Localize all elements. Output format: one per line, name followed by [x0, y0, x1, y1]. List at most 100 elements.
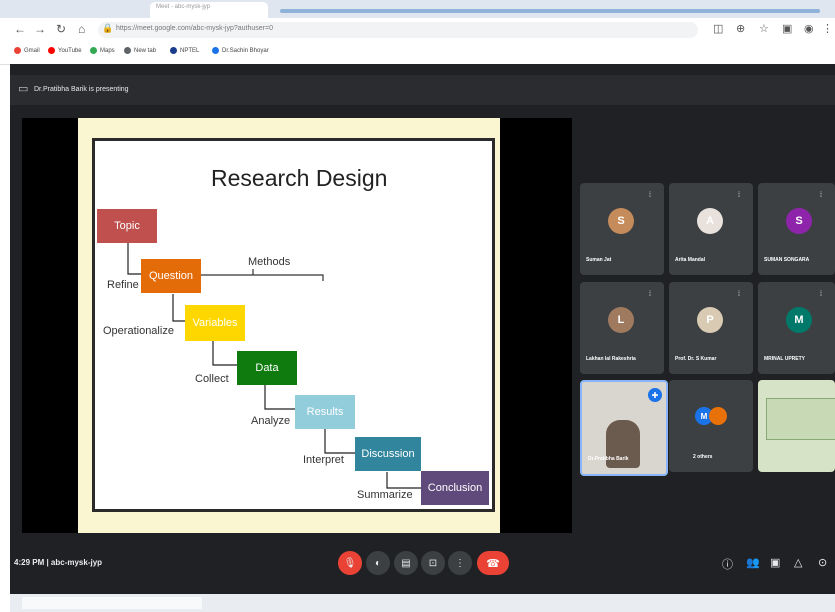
meeting-time-code: 4:29 PM | abc-mysk-jyp	[14, 558, 103, 567]
captions-button[interactable]: ▤	[394, 551, 418, 575]
flow-box-results: Results	[295, 395, 355, 429]
others-tile[interactable]: M 2 others	[669, 380, 753, 472]
chat-icon[interactable]: ▣	[770, 556, 780, 569]
mic-off-icon: 🎙	[343, 557, 357, 569]
mic-off-icon: ⁞	[649, 291, 651, 298]
activities-icon[interactable]: △	[794, 556, 802, 569]
mic-off-icon: ⁞	[738, 192, 740, 199]
avatar: S	[786, 208, 812, 234]
more-options-button[interactable]: ⋮	[448, 551, 472, 575]
flow-box-discussion: Discussion	[355, 437, 421, 471]
camera-toggle-button[interactable]: ◐	[366, 551, 390, 575]
step-label-analyze: Analyze	[251, 415, 291, 427]
maps-icon	[90, 47, 97, 54]
avatar: S	[608, 208, 634, 234]
profile-icon[interactable]: ◉	[804, 22, 814, 35]
mic-off-icon: ⁞	[649, 192, 651, 199]
bookmark-youtube[interactable]: YouTube	[48, 47, 82, 54]
presentation-slide: Research Design Methods Topic Question V…	[92, 138, 495, 512]
participant-name: MRINAL UPRETY	[764, 356, 806, 362]
globe-icon	[212, 47, 219, 54]
mic-off-icon: ⁞	[820, 192, 822, 199]
bookmark-label: Maps	[100, 47, 115, 54]
bookmark-gmail[interactable]: Gmail	[14, 47, 40, 54]
tab-title: Meet - abc-mysk-jyp	[156, 4, 211, 10]
step-label-collect: Collect	[195, 373, 229, 385]
mic-off-icon: ⁞	[820, 291, 822, 298]
step-label-operationalize: Operationalize	[103, 325, 174, 337]
methods-brace	[182, 269, 324, 281]
bookmark-new-tab[interactable]: New tab	[124, 47, 156, 54]
present-button[interactable]: ⊡	[421, 551, 445, 575]
page-icon	[124, 47, 131, 54]
bookmark-dr-sachin[interactable]: Dr.Sachin Bhoyar	[212, 47, 269, 54]
participant-name: Lakhan lal Rakeshria	[586, 356, 636, 362]
self-video-tile[interactable]: ✚ Dr.Pratibha Barik	[580, 380, 668, 476]
tab-strip-accent	[280, 9, 820, 13]
info-icon[interactable]: ⓘ	[722, 556, 733, 572]
reload-icon[interactable]: ↻	[56, 22, 66, 36]
participant-name: 2 others	[693, 454, 713, 460]
lock-icon[interactable]: 🔒	[102, 23, 113, 34]
participant-tile[interactable]: ⁞ A Arita Mandal	[669, 183, 753, 275]
participant-name: Arita Mandal	[675, 257, 706, 263]
step-label-interpret: Interpret	[303, 454, 344, 466]
bookmark-maps[interactable]: Maps	[90, 47, 115, 54]
flow-box-data: Data	[237, 351, 297, 385]
forward-arrow-icon[interactable]: →	[34, 22, 46, 36]
address-text: https://meet.google.com/abc-mysk-jyp?aut…	[116, 25, 273, 32]
participant-tile[interactable]: ⁞ L Lakhan lal Rakeshria	[580, 282, 664, 374]
bookmark-label: YouTube	[58, 47, 82, 54]
participant-tile[interactable]: ⁞ M MRINAL UPRETY	[758, 282, 835, 374]
participant-name: Suman Jat	[586, 257, 612, 263]
avatar-secondary	[709, 407, 727, 425]
flow-box-conclusion: Conclusion	[421, 471, 489, 505]
participant-tile[interactable]: ⁞ P Prof. Dr. S Kumar	[669, 282, 753, 374]
avatar: P	[697, 307, 723, 333]
avatar: L	[608, 307, 634, 333]
youtube-icon	[48, 47, 55, 54]
flow-box-variables: Variables	[185, 305, 245, 341]
bookmark-nptel[interactable]: NPTEL	[170, 47, 199, 54]
participant-tile[interactable]: ⁞ S SUMAN SONGARA	[758, 183, 835, 275]
presenting-text: Dr.Pratibha Barik is presenting	[34, 86, 129, 93]
end-call-button[interactable]: ☎	[477, 551, 509, 575]
bookmark-label: New tab	[134, 47, 157, 54]
menu-icon[interactable]: ⋮	[822, 22, 833, 35]
pin-icon[interactable]: ✚	[648, 388, 662, 402]
bookmark-label: NPTEL	[180, 47, 200, 54]
captions-icon: ▤	[401, 557, 411, 569]
presenting-bar	[10, 75, 835, 105]
zoom-icon[interactable]: ⊕	[736, 22, 745, 35]
host-controls-icon[interactable]: ⊙	[818, 556, 827, 569]
camera-icon: ◐	[374, 557, 382, 569]
back-arrow-icon[interactable]: ←	[14, 22, 26, 36]
bookmark-label: Gmail	[24, 47, 40, 54]
bookmark-label: Dr.Sachin Bhoyar	[222, 47, 269, 54]
step-label-summarize: Summarize	[357, 489, 413, 501]
taskbar-search[interactable]	[22, 597, 202, 609]
collections-icon[interactable]: ▣	[782, 22, 792, 35]
extension-icon[interactable]: ◫	[713, 22, 723, 35]
present-screen-icon: ▭	[18, 83, 29, 95]
participant-name: Dr.Pratibha Barik	[588, 456, 629, 462]
participant-name: Prof. Dr. S Kumar	[675, 356, 717, 362]
meeting-code: abc-mysk-jyp	[50, 558, 103, 567]
flow-box-question: Question	[141, 259, 201, 293]
flow-box-topic: Topic	[97, 209, 157, 243]
gmail-icon	[14, 47, 21, 54]
participant-tile[interactable]: ⁞ S Suman Jat	[580, 183, 664, 275]
mic-off-icon: ⁞	[738, 291, 740, 298]
methods-label: Methods	[248, 256, 291, 268]
hang-up-icon: ☎	[486, 557, 500, 570]
shared-content-tile[interactable]	[758, 380, 835, 472]
more-vertical-icon: ⋮	[455, 557, 465, 569]
participant-name: SUMAN SONGARA	[764, 257, 810, 263]
star-icon[interactable]: ☆	[759, 22, 769, 35]
step-label-refine: Refine	[107, 279, 139, 291]
present-icon: ⊡	[428, 557, 438, 569]
avatar: M	[786, 307, 812, 333]
mic-toggle-button[interactable]: 🎙	[338, 551, 362, 575]
people-icon[interactable]: 👥	[746, 556, 760, 569]
home-icon[interactable]: ⌂	[78, 22, 85, 36]
